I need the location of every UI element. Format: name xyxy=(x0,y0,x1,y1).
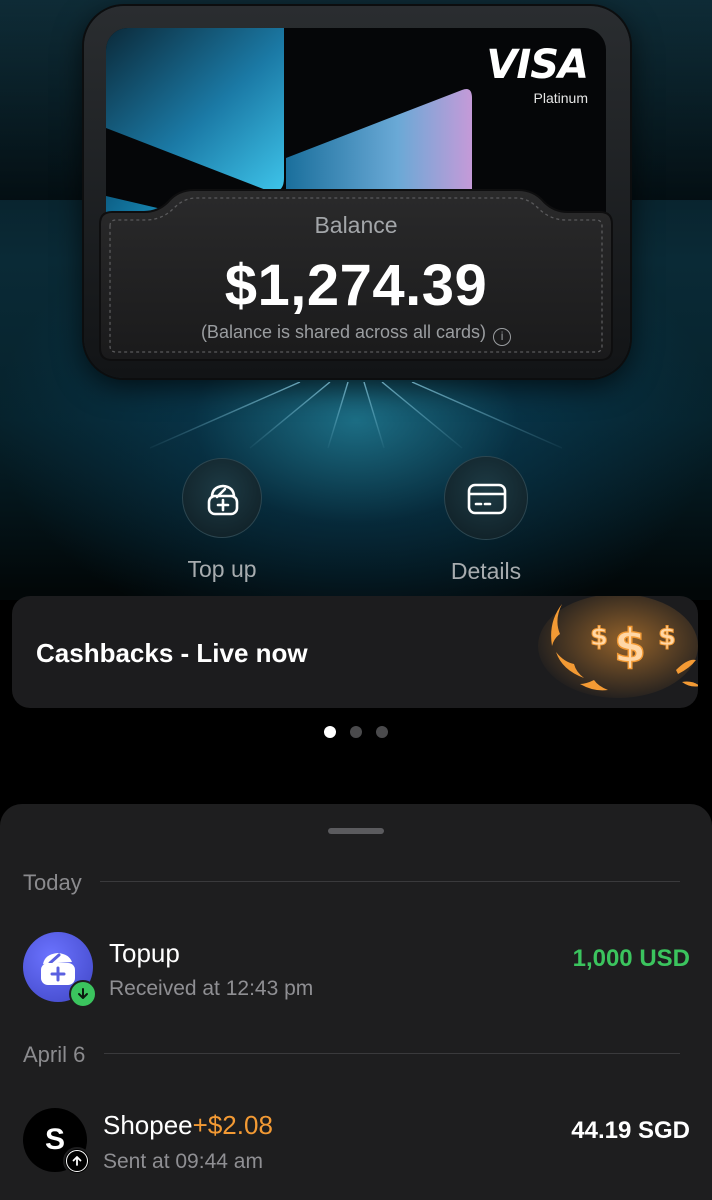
svg-text:$: $ xyxy=(658,622,676,652)
details-label: Details xyxy=(450,558,522,584)
light-rays xyxy=(150,382,562,449)
wallet-plus-icon xyxy=(207,484,239,516)
visa-logo: VISA xyxy=(486,42,589,88)
info-icon[interactable]: i xyxy=(493,328,512,346)
transaction-title: Topup xyxy=(109,938,180,968)
carousel-dot-2[interactable] xyxy=(350,726,362,738)
section-divider xyxy=(100,881,680,882)
balance-amount: $1,274.39 xyxy=(224,253,488,318)
section-header-april-6: April 6 xyxy=(23,1042,86,1067)
balance-label: Balance xyxy=(314,212,398,238)
details-circle xyxy=(444,456,528,540)
balance-note: (Balance is shared across all cards) i xyxy=(0,322,712,346)
carousel-dots xyxy=(0,725,712,743)
section-divider xyxy=(104,1053,680,1054)
carousel-dot-3[interactable] xyxy=(376,726,388,738)
cashback-promo-banner[interactable]: Cashbacks - Live now $ $ $ xyxy=(12,596,698,708)
details-button[interactable]: Details xyxy=(406,456,566,585)
dollar-coins-icon: $ $ $ xyxy=(538,596,698,698)
transactions-sheet[interactable]: Today Topup Received at 12:43 pm 1,000 U… xyxy=(0,804,712,1200)
carousel-dot-1[interactable] xyxy=(324,726,336,738)
arrow-down-icon xyxy=(69,980,97,1008)
balance-note-text: (Balance is shared across all cards) xyxy=(200,322,487,342)
transaction-amount: 44.19 SGD xyxy=(571,1117,690,1144)
top-up-circle xyxy=(182,458,262,538)
top-up-button[interactable]: Top up xyxy=(142,458,302,583)
sheet-drag-handle[interactable] xyxy=(328,828,384,834)
top-up-label: Top up xyxy=(187,556,257,582)
svg-text:$: $ xyxy=(614,619,646,673)
cashback-amount: +$2.08 xyxy=(192,1110,273,1140)
card-icon xyxy=(467,483,507,515)
transaction-subtitle: Received at 12:43 pm xyxy=(109,977,314,1000)
promo-title: Cashbacks - Live now xyxy=(36,638,308,668)
svg-text:$: $ xyxy=(590,622,608,652)
card-tier: Platinum xyxy=(533,90,588,106)
wallet-screen: VISA Platinum Balance $1,274.39 (Balance… xyxy=(0,0,712,1200)
transaction-subtitle: Sent at 09:44 am xyxy=(103,1150,263,1173)
transaction-amount: 1,000 USD xyxy=(572,945,690,972)
transaction-title: Shopee xyxy=(103,1110,193,1140)
transaction-title-group: Shopee+$2.08 xyxy=(103,1110,273,1141)
section-header-today: Today xyxy=(23,870,82,895)
arrow-up-icon xyxy=(63,1147,91,1175)
